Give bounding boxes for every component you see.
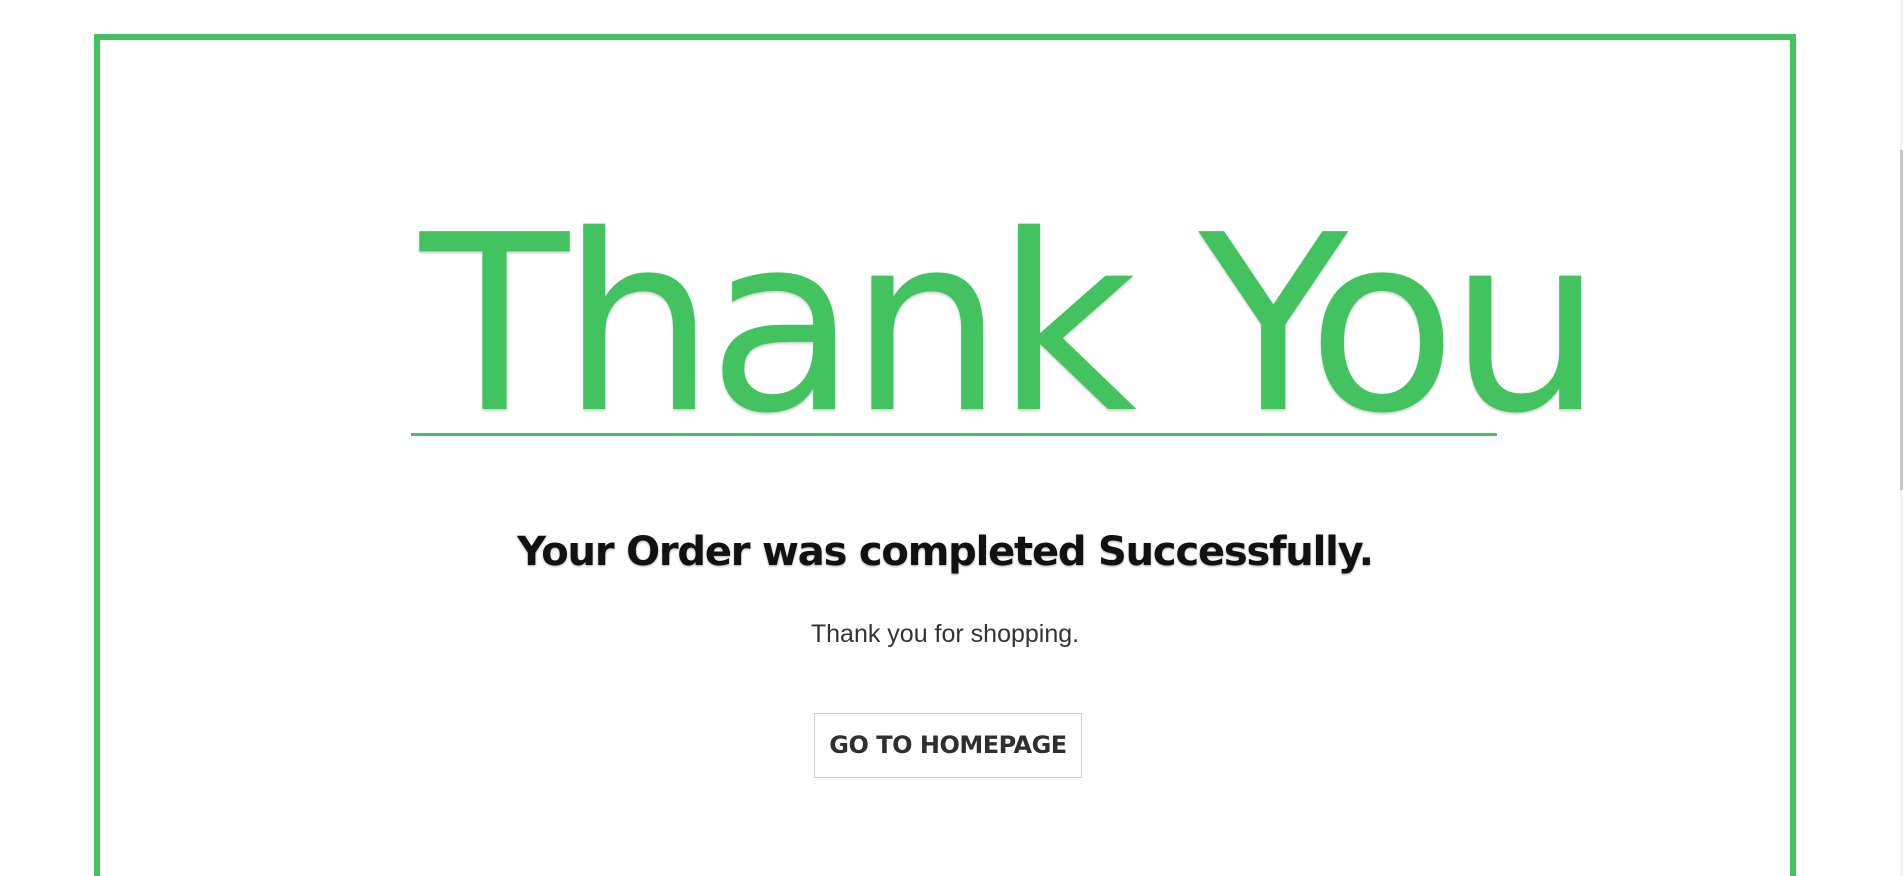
thank-you-message: Thank you for shopping. — [810, 620, 1080, 648]
go-to-homepage-button[interactable]: GO TO HOMEPAGE — [814, 713, 1082, 778]
thank-you-heading: Thank You — [420, 183, 1603, 467]
order-success-page: Thank You Your Order was completed Succe… — [0, 0, 1903, 876]
heading-divider — [411, 433, 1497, 436]
thank-you-card: Thank You Your Order was completed Succe… — [94, 34, 1796, 876]
order-success-subtitle: Your Order was completed Successfully. — [517, 529, 1374, 575]
